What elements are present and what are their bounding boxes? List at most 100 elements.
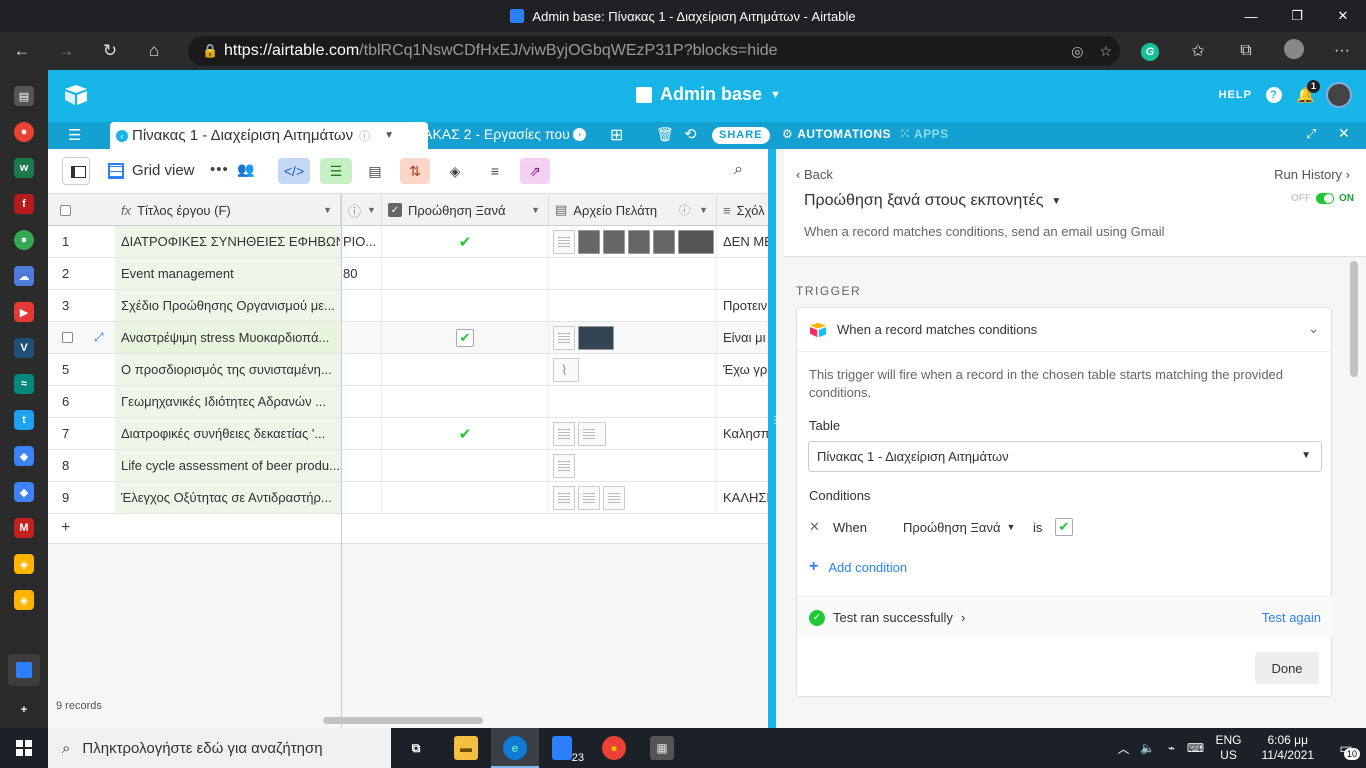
checkbox-cell[interactable]: ✔ (382, 226, 549, 257)
attachment-thumbnail[interactable] (553, 453, 575, 478)
system-clock[interactable]: 6:06 μμ 11/4/2021 (1262, 733, 1315, 763)
attachment-thumbnail[interactable] (553, 485, 575, 510)
table-row[interactable]: 7 Διατροφικές συνήθειες δεκαετίας '... ✔… (48, 418, 768, 450)
comments-cell[interactable]: Καλησπ (717, 418, 768, 449)
chevron-down-icon[interactable]: ▼ (699, 205, 708, 215)
airtable-sidebar-icon[interactable]: ◈ (14, 554, 34, 574)
comments-cell[interactable]: Προτειν (717, 290, 768, 321)
add-record-row[interactable]: + (48, 514, 768, 544)
maximize-button[interactable]: ❐ (1274, 0, 1320, 32)
condition-value-checkbox[interactable]: ✔ (1055, 518, 1073, 536)
row-height-button[interactable]: ≡ (482, 158, 508, 184)
help-label[interactable]: HELP (1219, 89, 1252, 101)
table-row[interactable]: 5 Ο προσδιορισμός της συνισταμένη... Έχω… (48, 354, 768, 386)
filter-button[interactable]: ☰ (320, 158, 352, 184)
table-row[interactable]: 2 Event management 80 (48, 258, 768, 290)
volume-icon[interactable]: 🔈 (1135, 741, 1159, 755)
add-condition-button[interactable]: + Add condition (809, 558, 907, 576)
chevron-down-icon[interactable]: ▼ (323, 205, 332, 215)
hide-fields-button[interactable]: </> (278, 158, 310, 184)
attachment-thumbnail[interactable] (553, 421, 575, 446)
add-table-icon[interactable]: ⊞ (610, 125, 623, 145)
windows-start-button[interactable] (16, 740, 32, 756)
field-b-cell[interactable] (342, 418, 382, 449)
airtable-sidebar2-icon[interactable]: ◈ (14, 590, 34, 610)
checkbox-cell[interactable] (382, 258, 549, 289)
close-panel-icon[interactable]: ✕ (1338, 125, 1350, 142)
scroll-left-icon[interactable]: ‹ (116, 129, 128, 142)
field-b-cell[interactable] (342, 386, 382, 417)
attachment-thumbnail[interactable] (553, 325, 575, 350)
run-history-link[interactable]: Run History › (1274, 167, 1350, 182)
apps-button[interactable]: ⁙ APPS (900, 127, 949, 141)
frozen-column-divider[interactable] (341, 194, 342, 728)
info-icon[interactable]: ⓘ (359, 128, 370, 144)
done-button[interactable]: Done (1255, 652, 1319, 684)
attachment-cell[interactable] (549, 226, 717, 257)
grammarly-extension[interactable]: G (1126, 42, 1174, 61)
notifications-bell-icon[interactable]: 🔔 1 (1296, 80, 1320, 104)
attachment-thumbnail[interactable] (603, 485, 625, 510)
help-icon[interactable]: ? (1266, 87, 1282, 103)
primary-cell[interactable]: Αναστρέψιμη stress Μυοκαρδιοπά... (115, 322, 341, 353)
expand-record-icon[interactable]: ⤢ (94, 330, 104, 345)
taskbar-search[interactable]: ⌕ Πληκτρολογήστε εδώ για αναζήτηση (48, 728, 391, 768)
attachment-thumbnail[interactable] (653, 229, 675, 254)
checkbox-cell[interactable]: ✔ (382, 418, 549, 449)
sidebar-cloud-icon[interactable]: ☁ (14, 266, 34, 286)
field-b-cell[interactable]: ΡΙΟ... (342, 226, 382, 257)
network-icon[interactable]: ⌁ (1159, 741, 1183, 755)
checkbox-cell[interactable] (382, 450, 549, 481)
attachment-thumbnail[interactable] (578, 229, 600, 254)
attachment-cell[interactable] (549, 354, 717, 385)
condition-field-select[interactable]: Προώθηση Ξανά ▼ (903, 520, 1033, 535)
primary-cell[interactable]: Γεωμηχανικές Ιδιότητες Αδρανών ... (115, 386, 341, 417)
favorite-star-icon[interactable]: ☆ (1099, 43, 1112, 60)
attachment-thumbnail[interactable] (578, 325, 614, 350)
chevron-down-icon[interactable]: ▼ (531, 205, 540, 215)
checkbox-cell[interactable] (382, 386, 549, 417)
show-hidden-icons[interactable]: ︿ (1111, 740, 1135, 757)
attachment-thumbnail[interactable] (678, 229, 714, 254)
remove-condition-icon[interactable]: ✕ (809, 519, 833, 535)
trash-icon[interactable]: 🗑 (656, 126, 674, 143)
address-bar[interactable]: 🔒 https://airtable.com/tblRCq1NswCDfHxEJ… (188, 36, 1120, 66)
header-field-b[interactable]: ⓘ ▼ (342, 194, 382, 226)
header-checkbox-field[interactable]: ✓ Προώθηση Ξανά ▼ (382, 194, 549, 226)
comments-cell[interactable] (717, 386, 768, 417)
primary-cell[interactable]: Life cycle assessment of beer produ... (115, 450, 341, 481)
input-language[interactable]: ENG US (1215, 733, 1241, 763)
add-record-icon[interactable]: + (61, 519, 70, 537)
back-link[interactable]: ‹ Back (796, 167, 833, 182)
trigger-card-header[interactable]: When a record matches conditions ⌄ (797, 308, 1333, 352)
browser-menu-button[interactable]: ··· (1318, 42, 1366, 60)
checkbox-cell[interactable] (382, 354, 549, 385)
field-b-cell[interactable]: 80 (342, 258, 382, 289)
keyboard-icon[interactable]: ⌨ (1183, 741, 1207, 755)
view-switcher[interactable]: Grid view (108, 162, 195, 179)
chevron-down-icon[interactable]: ⌄ (1308, 321, 1319, 337)
primary-cell[interactable]: Ο προσδιορισμός της συνισταμένη... (115, 354, 341, 385)
task-view-icon[interactable]: ⧉ (404, 736, 428, 760)
table-row[interactable]: 8 Life cycle assessment of beer produ... (48, 450, 768, 482)
field-b-cell[interactable] (342, 290, 382, 321)
forward-button[interactable]: → (44, 32, 88, 70)
group-button[interactable]: ▤ (362, 158, 388, 184)
comments-cell[interactable]: ΚΑΛΗΣΠ (717, 482, 768, 513)
tab-pinakas-2[interactable]: ΠΙΝΑΚΑΣ 2 - Εργασίες που (399, 126, 589, 142)
calendar-app-icon[interactable]: 23 (552, 736, 584, 764)
sidebar-drive-icon[interactable]: ● (14, 230, 34, 250)
toggle-switch[interactable] (1316, 193, 1334, 204)
comments-cell[interactable]: Έχω γρ (717, 354, 768, 385)
edge-browser-icon[interactable]: e (503, 736, 527, 760)
checkbox-cell[interactable] (382, 482, 549, 513)
hamburger-menu-icon[interactable]: ☰ (68, 126, 81, 144)
automation-title[interactable]: Προώθηση ξανά στους εκπονητές ▼ (804, 192, 1061, 210)
comments-cell[interactable] (717, 450, 768, 481)
expand-panel-icon[interactable]: ⤢ (1306, 126, 1316, 142)
history-icon[interactable]: ⟲ (684, 125, 697, 143)
header-primary-field[interactable]: fx Τίτλος έργου (F) ▼ (115, 194, 341, 226)
profile-button[interactable] (1270, 38, 1318, 64)
table-row[interactable]: 3 Σχέδιο Προώθησης Οργανισμού με... Προτ… (48, 290, 768, 322)
test-again-button[interactable]: Test again (1262, 610, 1321, 625)
